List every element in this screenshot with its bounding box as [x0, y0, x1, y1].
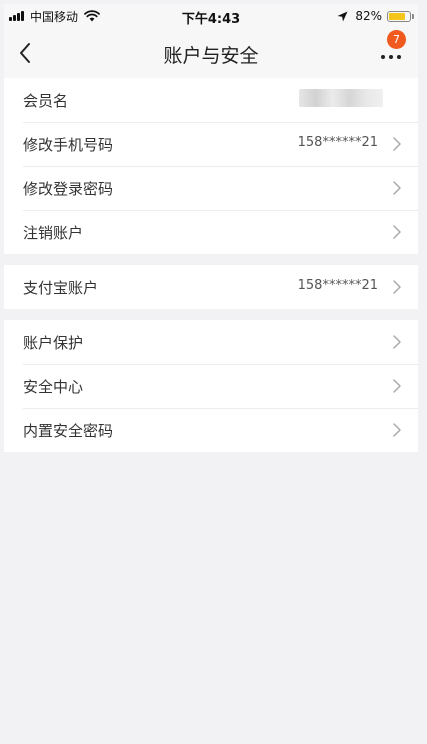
battery-percent: 82% — [355, 9, 382, 23]
change-password-row[interactable]: 修改登录密码 — [4, 166, 418, 210]
battery-cap — [412, 13, 414, 19]
row-value: 158******21 — [297, 278, 378, 293]
chevron-right-icon — [393, 137, 401, 151]
battery-fill — [389, 12, 405, 20]
account-group: 会员名 修改手机号码 158******21 修改登录密码 注销账户 — [4, 78, 418, 254]
chevron-right-icon — [393, 423, 401, 437]
row-label: 修改登录密码 — [23, 180, 114, 198]
cancel-account-row[interactable]: 注销账户 — [4, 210, 418, 254]
row-label: 账户保护 — [23, 334, 84, 352]
row-label: 修改手机号码 — [23, 136, 114, 154]
change-phone-row[interactable]: 修改手机号码 158******21 — [4, 122, 418, 166]
battery-icon — [387, 10, 411, 22]
row-label: 内置安全密码 — [23, 422, 114, 440]
row-label: 注销账户 — [23, 224, 84, 242]
more-dots-icon — [381, 55, 385, 59]
chevron-right-icon — [393, 181, 401, 195]
screen: 中国移动 下午4:43 82% 账户与安全 7 会员名 修改手机号码 158**… — [4, 4, 418, 740]
row-label: 安全中心 — [23, 378, 84, 396]
member-name-value-blurred — [299, 89, 383, 107]
status-right: 82% — [337, 8, 414, 24]
row-label: 会员名 — [23, 92, 69, 110]
alipay-group: 支付宝账户 158******21 — [4, 265, 418, 309]
page-title: 账户与安全 — [163, 45, 259, 67]
chevron-right-icon — [393, 225, 401, 239]
nav-bar: 账户与安全 7 — [4, 28, 418, 78]
account-protection-row[interactable]: 账户保护 — [4, 320, 418, 364]
notification-badge: 7 — [387, 30, 406, 49]
security-group: 账户保护 安全中心 内置安全密码 — [4, 320, 418, 452]
builtin-security-password-row[interactable]: 内置安全密码 — [4, 408, 418, 452]
more-dots-icon — [389, 55, 393, 59]
row-value: 158******21 — [297, 135, 378, 150]
location-arrow-icon — [337, 11, 348, 21]
chevron-right-icon — [393, 335, 401, 349]
row-label: 支付宝账户 — [23, 279, 99, 297]
status-bar: 中国移动 下午4:43 82% — [4, 4, 418, 28]
chevron-right-icon — [393, 379, 401, 393]
more-dots-icon — [397, 55, 401, 59]
member-name-row: 会员名 — [4, 78, 418, 122]
alipay-account-row[interactable]: 支付宝账户 158******21 — [4, 265, 418, 309]
chevron-right-icon — [393, 280, 401, 294]
security-center-row[interactable]: 安全中心 — [4, 364, 418, 408]
more-button[interactable] — [380, 47, 406, 61]
